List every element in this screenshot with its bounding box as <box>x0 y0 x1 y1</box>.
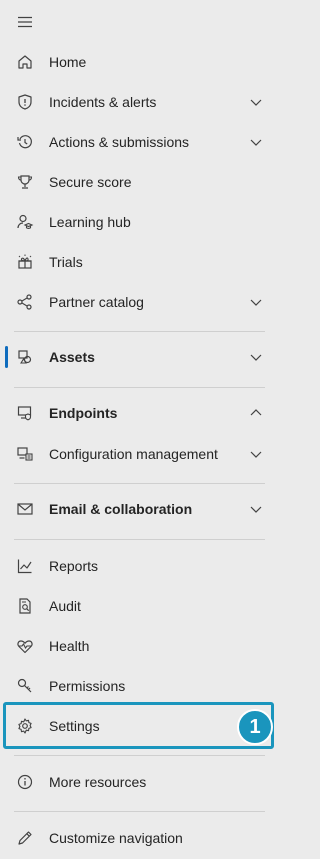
nav-item-label: Audit <box>49 598 81 614</box>
home-icon <box>14 51 36 73</box>
device-settings-icon <box>14 443 36 465</box>
nav-item-permissions[interactable]: Permissions <box>0 668 281 704</box>
nav-item-label: More resources <box>49 774 147 790</box>
chevron-down-icon[interactable] <box>248 501 264 517</box>
settings-highlight-frame <box>3 702 274 749</box>
nav-item-home[interactable]: Home <box>0 44 281 80</box>
navigation-pane: Home Incidents & alerts Actions & submis… <box>0 0 281 859</box>
nav-item-incidents-alerts[interactable]: Incidents & alerts <box>0 84 281 120</box>
chevron-down-icon[interactable] <box>248 134 264 150</box>
nav-item-more-resources[interactable]: More resources <box>0 764 281 800</box>
nav-item-endpoints[interactable]: Endpoints <box>0 395 281 431</box>
hamburger-menu-button[interactable] <box>14 12 36 32</box>
nav-item-customize-navigation[interactable]: Customize navigation <box>0 820 281 856</box>
divider <box>14 331 265 332</box>
key-icon <box>14 675 36 697</box>
nav-item-trials[interactable]: Trials <box>0 244 281 280</box>
mail-icon <box>14 498 36 520</box>
info-icon <box>14 771 36 793</box>
hamburger-icon <box>18 16 32 28</box>
nav-item-label: Secure score <box>49 174 132 190</box>
gift-icon <box>14 251 36 273</box>
connected-nodes-icon <box>14 291 36 313</box>
divider <box>14 483 265 484</box>
assets-icon <box>14 346 36 368</box>
nav-item-secure-score[interactable]: Secure score <box>0 164 281 200</box>
endpoint-device-icon <box>14 402 36 424</box>
nav-item-label: Health <box>49 638 90 654</box>
nav-item-label: Endpoints <box>49 405 118 421</box>
chevron-down-icon[interactable] <box>248 446 264 462</box>
chevron-down-icon[interactable] <box>248 349 264 365</box>
nav-item-label: Incidents & alerts <box>49 94 157 110</box>
chevron-up-icon[interactable] <box>248 405 264 421</box>
nav-item-configuration-management[interactable]: Configuration management <box>0 436 281 472</box>
line-chart-icon <box>14 555 36 577</box>
nav-item-label: Assets <box>49 349 95 365</box>
nav-item-label: Actions & submissions <box>49 134 190 150</box>
divider <box>14 755 265 756</box>
divider <box>14 539 265 540</box>
nav-item-label: Email & collaboration <box>49 501 193 517</box>
nav-item-health[interactable]: Health <box>0 628 281 664</box>
history-icon <box>14 131 36 153</box>
pencil-icon <box>14 827 36 849</box>
trophy-icon <box>14 171 36 193</box>
shield-alert-icon <box>14 91 36 113</box>
nav-item-label: Configuration management <box>49 446 218 462</box>
chevron-down-icon[interactable] <box>248 94 264 110</box>
nav-item-label: Reports <box>49 558 99 574</box>
nav-item-label: Permissions <box>49 678 126 694</box>
person-learning-icon <box>14 211 36 233</box>
document-search-icon <box>14 595 36 617</box>
heart-pulse-icon <box>14 635 36 657</box>
nav-item-assets[interactable]: Assets <box>0 339 281 375</box>
nav-item-label: Home <box>49 54 87 70</box>
divider <box>14 387 265 388</box>
nav-item-label: Trials <box>49 254 83 270</box>
divider <box>14 811 265 812</box>
nav-item-audit[interactable]: Audit <box>0 588 281 624</box>
nav-item-label: Customize navigation <box>49 830 183 846</box>
nav-item-actions-submissions[interactable]: Actions & submissions <box>0 124 281 160</box>
chevron-down-icon[interactable] <box>248 294 264 310</box>
nav-item-partner-catalog[interactable]: Partner catalog <box>0 284 281 320</box>
step-callout-badge: 1 <box>237 709 273 745</box>
nav-item-reports[interactable]: Reports <box>0 548 281 584</box>
nav-item-email-collaboration[interactable]: Email & collaboration <box>0 491 281 527</box>
nav-item-label: Learning hub <box>49 214 131 230</box>
nav-item-learning-hub[interactable]: Learning hub <box>0 204 281 240</box>
nav-item-label: Partner catalog <box>49 294 144 310</box>
